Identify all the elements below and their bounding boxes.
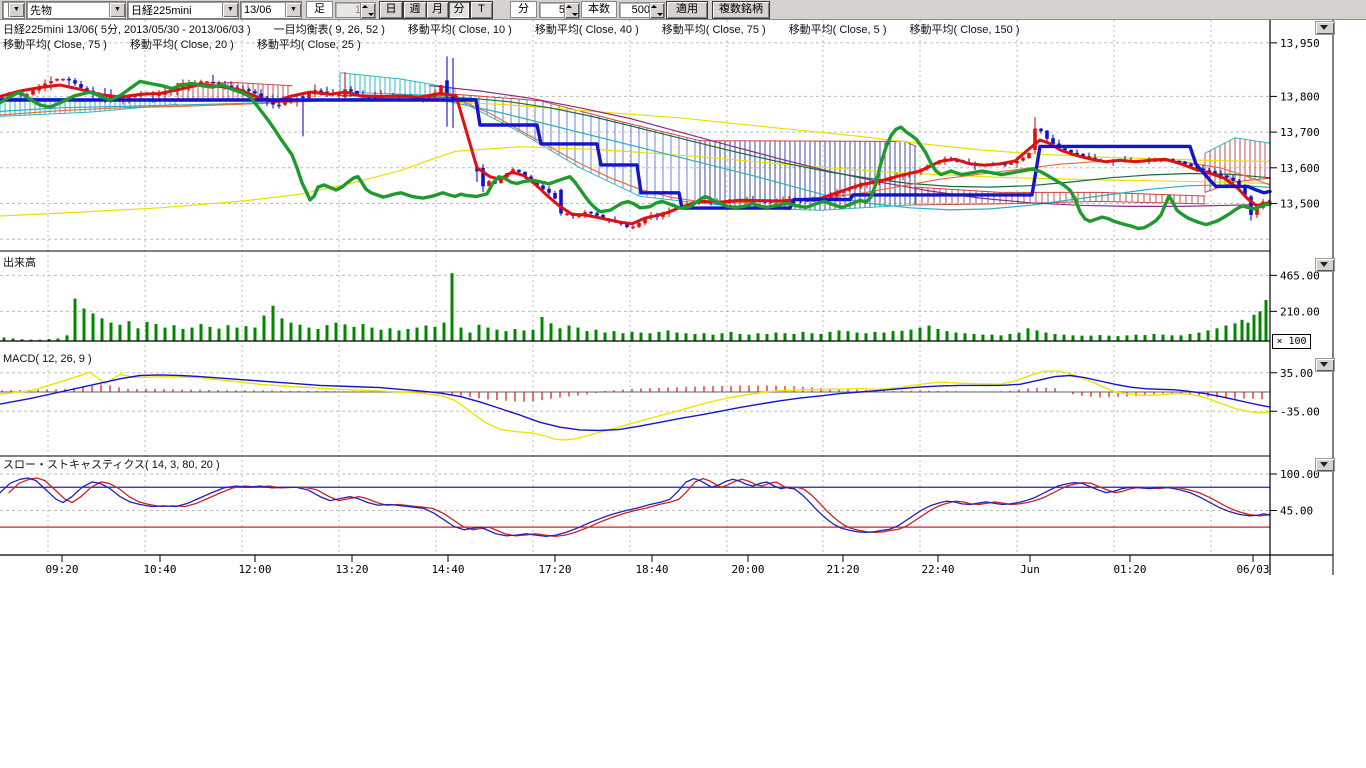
svg-text:10:40: 10:40: [143, 563, 176, 576]
period-day-button[interactable]: 日: [379, 1, 403, 19]
contract-month-combobox-value: 13/06: [241, 4, 285, 16]
legend-ma25: 移動平均( Close, 25 ): [257, 39, 361, 51]
svg-text:35.00: 35.00: [1280, 367, 1313, 380]
legend-ma75: 移動平均( Close, 75 ): [662, 24, 766, 36]
svg-text:13,500: 13,500: [1280, 198, 1320, 211]
minute-label: 分: [510, 1, 537, 18]
legend-ma5: 移動平均( Close, 5 ): [789, 24, 887, 36]
volume-multiplier-badge: × 100: [1272, 334, 1311, 349]
bar-type-label: 足: [306, 1, 333, 18]
chevron-down-icon[interactable]: ▼: [109, 3, 125, 17]
mini-combobox[interactable]: ▼: [2, 1, 25, 19]
volume-panel-title: 出来高: [3, 254, 36, 270]
svg-text:13,700: 13,700: [1280, 126, 1320, 139]
legend-ma150: 移動平均( Close, 150 ): [909, 24, 1019, 36]
legend-ma10: 移動平均( Close, 10 ): [408, 24, 512, 36]
svg-text:-35.00: -35.00: [1280, 405, 1320, 418]
macd-panel-title: MACD( 12, 26, 9 ): [3, 353, 92, 365]
chevron-down-icon[interactable]: ▼: [222, 3, 238, 17]
contract-month-combobox[interactable]: 13/06 ▼: [240, 1, 302, 19]
period-minute-button[interactable]: 分: [448, 1, 470, 19]
bar-count-label: 本数: [581, 1, 617, 18]
svg-text:01:20: 01:20: [1113, 563, 1146, 576]
legend-ma40: 移動平均( Close, 40 ): [535, 24, 639, 36]
svg-text:13,800: 13,800: [1280, 90, 1320, 103]
symbol-combobox[interactable]: 日経225mini ▼: [127, 1, 239, 19]
period-month-button[interactable]: 月: [426, 1, 449, 19]
bar-interval-spin-button[interactable]: [360, 2, 376, 19]
svg-text:20:00: 20:00: [731, 563, 764, 576]
toolbar: ▼ 先物 ▼ 日経225mini ▼ 13/06 ▼ 足 1 日 週 月 分 T…: [0, 0, 1366, 20]
chevron-down-icon: [1320, 262, 1328, 267]
svg-text:210.00: 210.00: [1280, 305, 1320, 318]
svg-text:465.00: 465.00: [1280, 269, 1320, 282]
volume-panel-dropdown-button[interactable]: [1315, 258, 1335, 272]
svg-text:22:40: 22:40: [921, 563, 954, 576]
stochastics-panel-dropdown-button[interactable]: [1315, 458, 1335, 472]
svg-text:13,950: 13,950: [1280, 37, 1320, 50]
instrument-combobox-value: 先物: [27, 2, 109, 18]
multi-symbol-button[interactable]: 複数銘柄: [712, 1, 770, 19]
instrument-combobox[interactable]: 先物 ▼: [26, 1, 126, 19]
chevron-down-icon[interactable]: ▼: [285, 3, 301, 17]
legend-ma20: 移動平均( Close, 20 ): [130, 39, 234, 51]
svg-text:21:20: 21:20: [826, 563, 859, 576]
chevron-down-icon[interactable]: ▼: [8, 3, 24, 17]
period-week-button[interactable]: 週: [403, 1, 427, 19]
chart-canvas[interactable]: 13,950 13,800 13,700 13,600 13,500 465.00 210.…: [0, 0, 1366, 768]
period-tick-button[interactable]: T: [470, 1, 493, 19]
svg-text:18:40: 18:40: [635, 563, 668, 576]
app-window: ▼ 先物 ▼ 日経225mini ▼ 13/06 ▼ 足 1 日 週 月 分 T…: [0, 0, 1366, 768]
bar-count-field[interactable]: 500: [619, 2, 653, 18]
chart-svg: 13,950 13,800 13,700 13,600 13,500 465.00 210.…: [0, 0, 1366, 768]
minute-spin-button[interactable]: [564, 2, 580, 19]
svg-text:12:00: 12:00: [238, 563, 271, 576]
svg-text:13,600: 13,600: [1280, 162, 1320, 175]
svg-text:100.00: 100.00: [1280, 468, 1320, 481]
svg-text:17:20: 17:20: [538, 563, 571, 576]
chevron-down-icon: [1320, 362, 1328, 367]
svg-text:Jun: Jun: [1020, 563, 1040, 576]
svg-text:14:40: 14:40: [431, 563, 464, 576]
legend-symbol: 日経225mini 13/06( 5分, 2013/05/30 - 2013/0…: [3, 24, 251, 36]
legend-ichimoku: 一目均衡表( 9, 26, 52 ): [274, 24, 385, 36]
svg-text:45.00: 45.00: [1280, 505, 1313, 518]
svg-text:09:20: 09:20: [45, 563, 78, 576]
price-panel-dropdown-button[interactable]: [1315, 21, 1335, 35]
svg-text:13:20: 13:20: [335, 563, 368, 576]
indicator-legend-row-2: 移動平均( Close, 75 ) 移動平均( Close, 20 ) 移動平均( …: [3, 36, 384, 52]
chevron-down-icon: [1320, 25, 1328, 30]
svg-text:06/03: 06/03: [1236, 563, 1269, 576]
legend-ma75b: 移動平均( Close, 75 ): [3, 39, 107, 51]
stochastics-panel-title: スロー・ストキャスティクス( 14, 3, 80, 20 ): [3, 456, 220, 472]
chevron-down-icon: [1320, 462, 1328, 467]
indicator-legend-row-1: 日経225mini 13/06( 5分, 2013/05/30 - 2013/0…: [3, 21, 1043, 37]
apply-button[interactable]: 適用: [666, 1, 708, 19]
macd-panel-dropdown-button[interactable]: [1315, 358, 1335, 372]
symbol-combobox-value: 日経225mini: [128, 2, 222, 18]
bar-count-spin-button[interactable]: [649, 2, 665, 19]
